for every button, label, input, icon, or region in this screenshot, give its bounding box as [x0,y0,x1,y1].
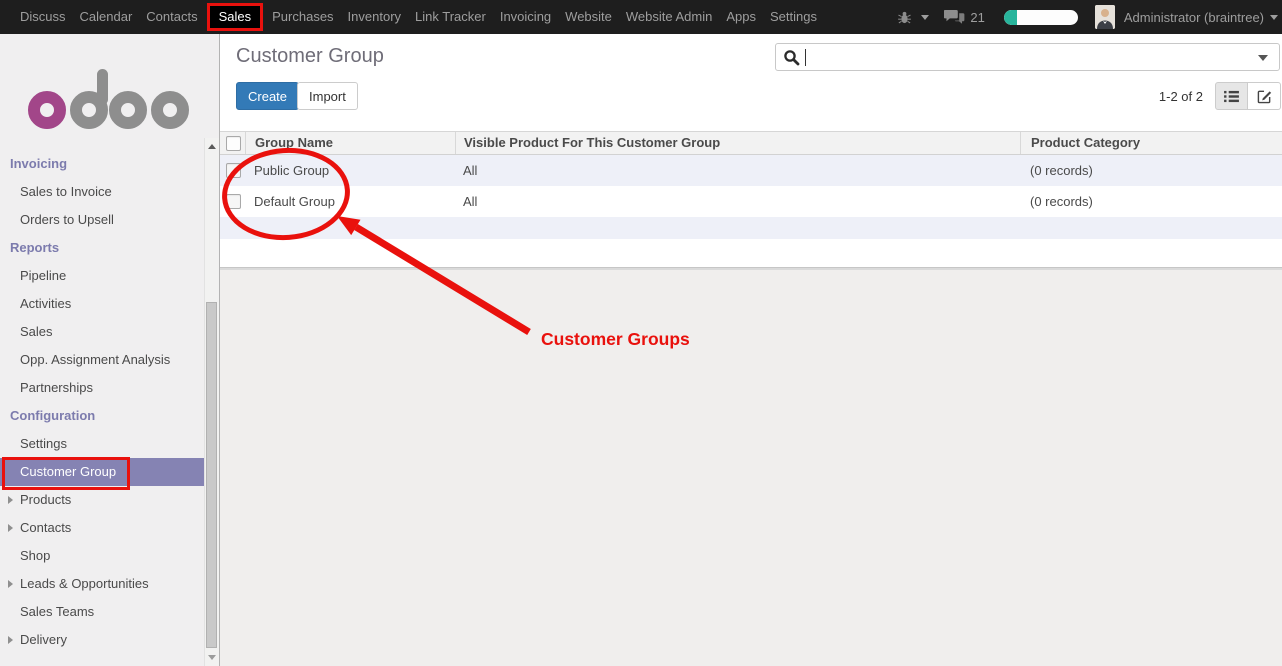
edit-icon [1257,89,1272,104]
table-row-empty [220,217,1282,239]
sidebar-item-contacts[interactable]: Contacts [0,514,204,542]
sidebar-item-pipeline[interactable]: Pipeline [0,262,204,290]
content-background [220,270,1282,666]
search-bar[interactable] [775,43,1280,71]
sidebar-item-orders-to-upsell[interactable]: Orders to Upsell [0,206,204,234]
user-menu-caret-icon[interactable] [1270,15,1278,20]
avatar[interactable] [1095,5,1115,29]
main-content: Customer Group Create Import 1-2 of 2 [220,34,1282,666]
cell-product-category: (0 records) [1020,194,1282,209]
search-options-caret-icon[interactable] [1258,55,1268,61]
sidebar-menu: Invoicing Sales to Invoice Orders to Ups… [0,150,204,654]
nav-item-contacts[interactable]: Contacts [139,0,204,34]
select-all-checkbox[interactable] [226,136,241,151]
sidebar-item-opp-assignment-analysis[interactable]: Opp. Assignment Analysis [0,346,204,374]
nav-item-website[interactable]: Website [558,0,619,34]
nav-item-inventory[interactable]: Inventory [341,0,408,34]
navbar-systray: 21 Administrator (braintree) [897,5,1282,29]
cell-product-category: (0 records) [1020,163,1282,178]
timer-progress [1004,10,1017,25]
table-header-row: Group Name Visible Product For This Cust… [220,131,1282,155]
nav-item-purchases[interactable]: Purchases [265,0,340,34]
expand-caret-icon[interactable] [8,524,13,532]
nav-item-website-admin[interactable]: Website Admin [619,0,719,34]
sidebar-item-settings[interactable]: Settings [0,430,204,458]
list-icon [1224,90,1239,103]
column-header-visible-product[interactable]: Visible Product For This Customer Group [455,132,1020,154]
table-row[interactable]: Public Group All (0 records) [220,155,1282,186]
page-title: Customer Group [236,45,384,68]
timer-widget[interactable] [1004,10,1078,25]
sidebar-item-sales[interactable]: Sales [0,318,204,346]
cell-group-name: Public Group [245,163,455,178]
search-input[interactable] [806,46,1279,68]
bug-icon[interactable] [897,10,912,25]
nav-item-invoicing[interactable]: Invoicing [493,0,558,34]
column-header-product-category[interactable]: Product Category [1020,132,1282,154]
expand-caret-icon[interactable] [8,636,13,644]
annotation-label: Customer Groups [541,329,690,350]
bug-menu-caret-icon[interactable] [921,15,929,20]
table-row[interactable]: Default Group All (0 records) [220,186,1282,217]
search-icon [783,49,800,66]
user-menu[interactable]: Administrator (braintree) [1124,10,1264,25]
create-button[interactable]: Create [236,82,299,110]
sidebar-item-products[interactable]: Products [0,486,204,514]
nav-item-calendar[interactable]: Calendar [73,0,140,34]
sidebar-scrollbar[interactable] [204,138,219,666]
top-navbar: Discuss Calendar Contacts Sales Purchase… [0,0,1282,34]
sidebar: Invoicing Sales to Invoice Orders to Ups… [0,34,220,666]
scroll-up-icon[interactable] [208,144,216,149]
nav-item-discuss[interactable]: Discuss [13,0,73,34]
cell-visible-product: All [455,194,1020,209]
import-button[interactable]: Import [297,82,358,110]
form-view-button[interactable] [1248,82,1281,110]
nav-item-settings[interactable]: Settings [763,0,824,34]
nav-item-link-tracker[interactable]: Link Tracker [408,0,493,34]
sidebar-item-delivery[interactable]: Delivery [0,626,204,654]
odoo-logo [0,57,204,147]
sidebar-item-customer-group[interactable]: Customer Group [0,458,204,486]
cell-group-name: Default Group [245,194,455,209]
sidebar-item-sales-teams[interactable]: Sales Teams [0,598,204,626]
column-header-group-name[interactable]: Group Name [245,132,455,154]
sidebar-item-shop[interactable]: Shop [0,542,204,570]
expand-caret-icon[interactable] [8,496,13,504]
view-switcher [1215,82,1281,110]
table-filler [220,239,1282,267]
sidebar-item-partnerships[interactable]: Partnerships [0,374,204,402]
sidebar-section-reports: Reports [0,234,204,262]
row-checkbox[interactable] [226,194,241,209]
list-view-button[interactable] [1215,82,1248,110]
scrollbar-thumb[interactable] [206,302,217,648]
sidebar-section-invoicing: Invoicing [0,150,204,178]
row-checkbox[interactable] [226,163,241,178]
sidebar-item-leads-opportunities[interactable]: Leads & Opportunities [0,570,204,598]
pager: 1-2 of 2 [1159,82,1281,110]
messages-count-badge[interactable]: 21 [970,10,984,25]
cell-visible-product: All [455,163,1020,178]
nav-item-apps[interactable]: Apps [719,0,763,34]
pager-range: 1-2 of 2 [1159,89,1203,104]
sidebar-item-activities[interactable]: Activities [0,290,204,318]
scroll-down-icon[interactable] [208,655,216,660]
nav-item-sales[interactable]: Sales [207,3,264,31]
messages-icon[interactable] [944,9,965,25]
sidebar-item-sales-to-invoice[interactable]: Sales to Invoice [0,178,204,206]
sidebar-section-configuration: Configuration [0,402,204,430]
expand-caret-icon[interactable] [8,580,13,588]
customer-group-table: Group Name Visible Product For This Cust… [220,131,1282,273]
